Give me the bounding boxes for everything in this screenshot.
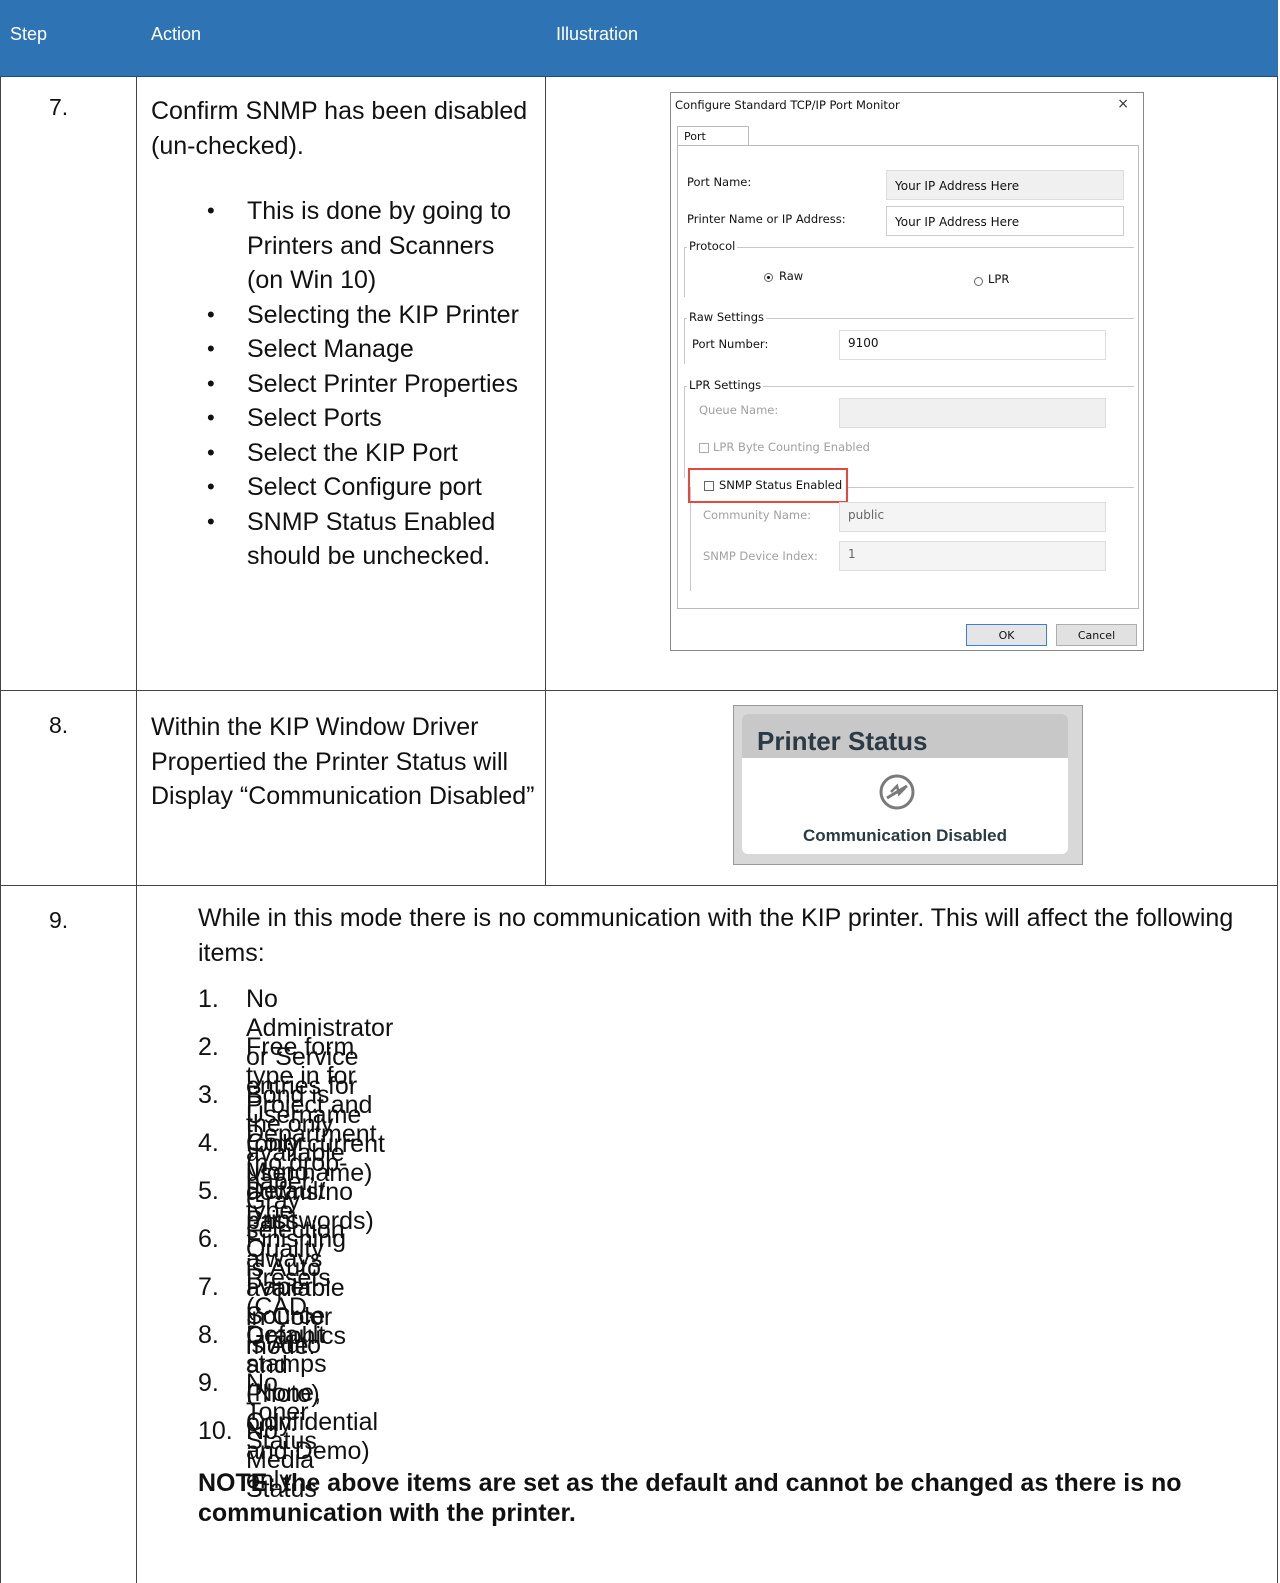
raw-group-side bbox=[684, 318, 685, 364]
port-settings-pane: Port Name: Your IP Address Here Printer … bbox=[677, 145, 1139, 609]
row-divider-8-9 bbox=[0, 885, 1278, 886]
row-divider-7-8 bbox=[0, 690, 1278, 691]
snmp-status-label: SNMP Status Enabled bbox=[719, 478, 843, 492]
header-action: Action bbox=[151, 24, 202, 44]
lpr-settings-label: LPR Settings bbox=[687, 378, 764, 392]
printer-name-field[interactable]: Your IP Address Here bbox=[886, 206, 1124, 236]
list-item-number: 7. bbox=[198, 1273, 219, 1301]
communication-disabled-icon bbox=[877, 772, 917, 817]
protocol-label: Protocol bbox=[687, 239, 738, 253]
queue-name-label: Queue Name: bbox=[699, 403, 779, 417]
port-name-label: Port Name: bbox=[687, 175, 752, 189]
protocol-group-line bbox=[684, 247, 1134, 248]
snmp-status-checkbox[interactable] bbox=[704, 481, 714, 491]
list-item: Select Configure port bbox=[207, 470, 537, 505]
list-item-number: 4. bbox=[198, 1129, 219, 1157]
step9-note: NOTE: the above items are set as the def… bbox=[198, 1469, 1182, 1527]
list-item: Select the KIP Port bbox=[207, 436, 537, 471]
step-number: 8. bbox=[49, 712, 69, 738]
protocol-group-side bbox=[684, 247, 685, 297]
table-border-left bbox=[0, 76, 1, 1583]
column-divider-step bbox=[136, 76, 137, 1583]
table-header: Step Action Illustration bbox=[0, 0, 1278, 77]
dialog-title: Configure Standard TCP/IP Port Monitor bbox=[675, 98, 900, 112]
list-item-number: 10. bbox=[198, 1417, 233, 1445]
printer-name-label: Printer Name or IP Address: bbox=[687, 212, 846, 226]
lpr-byte-checkbox[interactable] bbox=[699, 443, 709, 453]
list-item-number: 1. bbox=[198, 985, 219, 1013]
printer-status-title: Printer Status bbox=[757, 726, 928, 756]
close-icon[interactable]: × bbox=[1117, 96, 1129, 112]
raw-settings-label: Raw Settings bbox=[687, 310, 767, 324]
raw-label: Raw bbox=[779, 269, 804, 283]
printer-status-message: Communication Disabled bbox=[802, 826, 1008, 845]
list-item-number: 2. bbox=[198, 1033, 219, 1061]
queue-name-field[interactable] bbox=[839, 398, 1106, 428]
list-item-number: 6. bbox=[198, 1225, 219, 1253]
step-action-text: Within the KIP Window Driver Propertied … bbox=[151, 713, 535, 810]
header-illustration: Illustration bbox=[556, 24, 639, 44]
raw-radio[interactable] bbox=[764, 273, 773, 282]
snmp-group-line bbox=[848, 487, 1134, 488]
list-item: Select Printer Properties bbox=[207, 367, 537, 402]
column-divider-action bbox=[545, 76, 546, 886]
lpr-radio[interactable] bbox=[974, 277, 983, 286]
list-item: This is done by going to Printers and Sc… bbox=[207, 194, 537, 298]
ok-button[interactable]: OK bbox=[966, 624, 1047, 646]
port-number-field[interactable]: 9100 bbox=[839, 330, 1106, 360]
step9-intro: While in this mode there is no communica… bbox=[198, 904, 1234, 967]
community-name-field[interactable]: public bbox=[839, 502, 1106, 532]
list-item: SNMP Status Enabled should be unchecked. bbox=[207, 505, 537, 574]
header-step: Step bbox=[10, 24, 48, 44]
port-name-field[interactable]: Your IP Address Here bbox=[886, 170, 1124, 200]
step7-bullet-list: This is done by going to Printers and Sc… bbox=[207, 194, 537, 574]
lpr-label: LPR bbox=[988, 272, 1010, 286]
printer-status-panel: Printer Status Communication Disabled bbox=[733, 705, 1083, 865]
lpr-byte-label: LPR Byte Counting Enabled bbox=[713, 440, 870, 454]
steps-table: Step Action Illustration 7. Confirm SNMP… bbox=[0, 0, 1278, 1583]
list-item: Selecting the KIP Printer bbox=[207, 298, 537, 333]
device-index-field[interactable]: 1 bbox=[839, 541, 1106, 571]
tab-port-settings[interactable]: Port Settings bbox=[677, 126, 749, 156]
port-monitor-dialog: Configure Standard TCP/IP Port Monitor ×… bbox=[670, 92, 1144, 651]
step-number: 9. bbox=[49, 907, 69, 933]
printer-status-card: Printer Status Communication Disabled bbox=[742, 714, 1068, 854]
cancel-button[interactable]: Cancel bbox=[1056, 624, 1137, 646]
step-action-text: Confirm SNMP has been disabled (un-check… bbox=[151, 97, 528, 160]
device-index-label: SNMP Device Index: bbox=[703, 549, 818, 563]
list-item-number: 9. bbox=[198, 1369, 219, 1397]
list-item-number: 5. bbox=[198, 1177, 219, 1205]
table-border-right bbox=[1277, 76, 1278, 1583]
lpr-group-side bbox=[684, 386, 685, 478]
step-number: 7. bbox=[49, 94, 69, 120]
community-name-label: Community Name: bbox=[703, 508, 812, 522]
list-item: Select Ports bbox=[207, 401, 537, 436]
list-item-number: 3. bbox=[198, 1081, 219, 1109]
list-item: Select Manage bbox=[207, 332, 537, 367]
list-item-number: 8. bbox=[198, 1321, 219, 1349]
port-number-label: Port Number: bbox=[692, 337, 769, 351]
